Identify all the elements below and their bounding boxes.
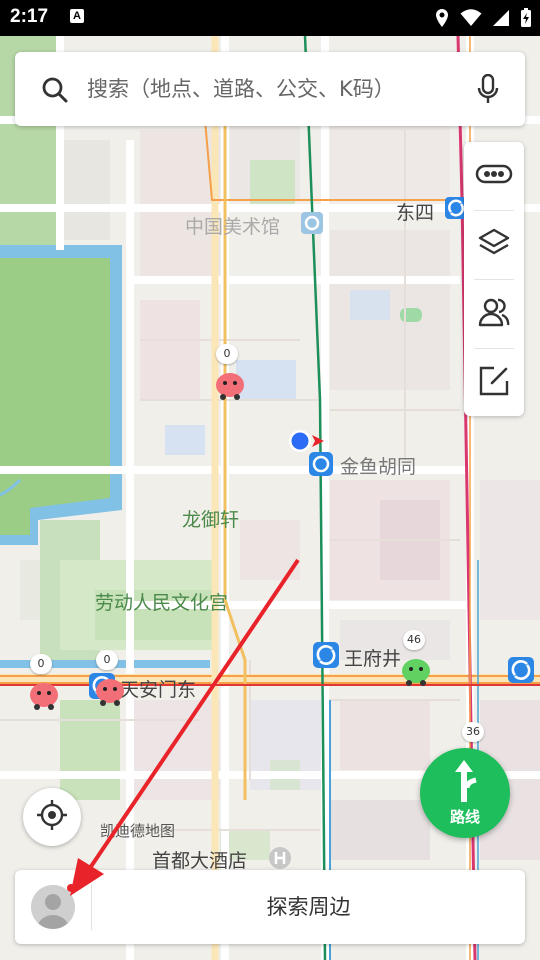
- search-input[interactable]: [87, 70, 447, 108]
- notification-dot: [67, 884, 75, 892]
- traffic-pin-icon[interactable]: [28, 678, 60, 710]
- map-label-jinyu[interactable]: 金鱼胡同: [340, 452, 416, 479]
- search-icon: [41, 76, 69, 108]
- bottom-bar: 探索周边: [15, 870, 525, 944]
- layers-button[interactable]: [464, 211, 524, 279]
- route-button[interactable]: 路线: [420, 748, 510, 838]
- signal-icon: [493, 10, 509, 26]
- layers-icon: [477, 226, 511, 264]
- microphone-icon[interactable]: [477, 73, 499, 108]
- notification-icon: A: [70, 9, 84, 23]
- map-label-laodong[interactable]: 劳动人民文化宫: [95, 588, 228, 615]
- battery-icon: [521, 8, 531, 27]
- museum-icon: [300, 211, 324, 239]
- explore-nearby-button[interactable]: 探索周边: [92, 870, 525, 944]
- status-icons: [434, 6, 532, 30]
- edit-icon: [478, 365, 510, 401]
- users-icon: [477, 295, 511, 333]
- traffic-pin-icon[interactable]: [214, 368, 246, 400]
- subway-icon: [312, 641, 340, 673]
- team-button[interactable]: [464, 280, 524, 348]
- map-label-tiananmen[interactable]: 天安门东: [120, 675, 196, 702]
- feedback-button[interactable]: [464, 349, 524, 417]
- pin-count-badge: 0: [30, 654, 52, 674]
- traffic-layer-button[interactable]: [464, 142, 524, 210]
- pin-count-badge: 0: [96, 650, 118, 670]
- map-label-wangfujing[interactable]: 王府井: [344, 644, 401, 671]
- traffic-icon: [475, 163, 513, 189]
- traffic-pin-icon[interactable]: [400, 654, 432, 686]
- map-label-dongsi[interactable]: 东四: [396, 198, 434, 225]
- wifi-icon: [460, 9, 482, 26]
- pin-count-badge: 0: [216, 344, 238, 364]
- status-time: 2:17: [10, 6, 49, 27]
- subway-icon: [507, 656, 535, 688]
- location-status-icon: [436, 9, 448, 27]
- map-label-hotel[interactable]: 首都大酒店: [152, 846, 247, 873]
- crosshair-icon: [35, 798, 69, 836]
- current-location-marker: [288, 428, 328, 458]
- route-arrow-icon: [450, 758, 480, 808]
- status-bar: 2:17 A: [0, 0, 540, 36]
- map-label-kaide[interactable]: 凯迪德地图: [100, 820, 175, 841]
- pin-count-badge: 46: [403, 630, 425, 650]
- search-bar[interactable]: [15, 52, 525, 126]
- locate-button[interactable]: [23, 788, 81, 846]
- map-tools-panel: [464, 142, 524, 416]
- map-label-longyu[interactable]: 龙御轩: [182, 505, 239, 532]
- map-label-museum[interactable]: 中国美术馆: [185, 212, 280, 239]
- traffic-pin-icon[interactable]: [94, 674, 126, 706]
- route-label: 路线: [449, 808, 480, 826]
- road-number-badge: 36: [462, 722, 484, 742]
